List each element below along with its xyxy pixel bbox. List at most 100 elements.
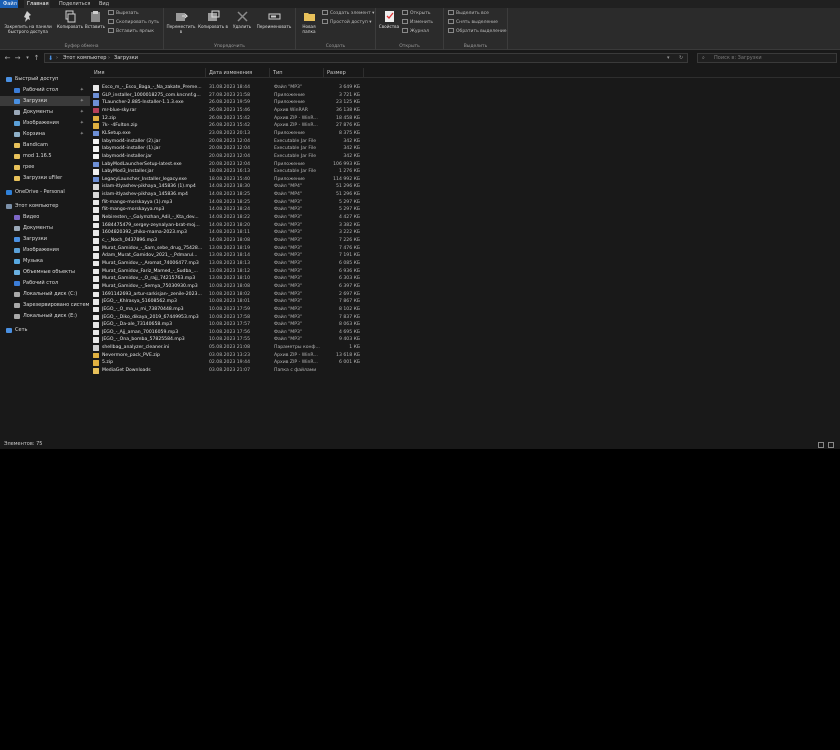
- file-row[interactable]: 5.zip 02.08.2023 19:44 Архив ZIP - WinR...…: [90, 359, 840, 367]
- file-row[interactable]: 7k- -4Fulton.zip 26.08.2023 15:42 Архив ZI…: [90, 122, 840, 130]
- cut-button[interactable]: Вырезать: [108, 10, 139, 18]
- tab-file[interactable]: Файл: [0, 0, 18, 8]
- file-row[interactable]: JEGO_-_O_ma_u_mi_73870448.mp3 10.08.2023 …: [90, 306, 840, 314]
- refresh-icon[interactable]: ↻: [679, 54, 683, 63]
- file-row[interactable]: Murat_Gamidov_-_Sam_sebe_drug_75428... 13…: [90, 245, 840, 253]
- nav-item-3d-objects[interactable]: Объемные объекты: [0, 267, 90, 277]
- nav-item-local-disk-c[interactable]: Локальный диск (C:): [0, 289, 90, 299]
- nav-item-music[interactable]: Музыка: [0, 256, 90, 266]
- file-row[interactable]: JEGO_-_Da-ale_73140658.mp3 10.08.2023 17:…: [90, 321, 840, 329]
- nav-item-desktop-pc[interactable]: Рабочий стол: [0, 278, 90, 288]
- up-button[interactable]: ↑: [32, 53, 41, 63]
- select-all-button[interactable]: Выделить все: [448, 10, 489, 18]
- tab-view[interactable]: Вид: [96, 0, 112, 8]
- search-box[interactable]: ⌕ Поиск в: Загрузки: [697, 53, 837, 63]
- file-row[interactable]: Adam_Murat_Gamidov_2021_-_Pdmarul... 13.0…: [90, 252, 840, 260]
- file-row[interactable]: 1604820392_zhiko-mama-2023.mp3 14.08.2023…: [90, 229, 840, 237]
- nav-item-documents-pc[interactable]: Документы: [0, 223, 90, 233]
- nav-item-recycle-bin[interactable]: Корзина ✦: [0, 129, 90, 139]
- nav-item-pictures-pc[interactable]: Изображения: [0, 245, 90, 255]
- column-header-name[interactable]: Имя: [90, 68, 206, 78]
- file-row[interactable]: JEGO_-_Diko_dikaya_2019_67449953.mp3 10.0…: [90, 314, 840, 322]
- file-row[interactable]: flit-mango-morskayya.mp3 14.08.2023 18:24…: [90, 206, 840, 214]
- nav-item-ufiler-downloads[interactable]: Загрузки uFiler: [0, 173, 90, 183]
- nav-item-bandicam[interactable]: Bandicam: [0, 140, 90, 150]
- rename-button[interactable]: Переименовать: [254, 10, 294, 29]
- nav-item-local-disk-e[interactable]: Локальный диск (E:): [0, 311, 90, 321]
- file-row[interactable]: 1684475479_sergey-zeynalyan-brat-moj... 1…: [90, 222, 840, 230]
- copy-to-button[interactable]: Копировать в: [198, 10, 228, 29]
- history-button[interactable]: Журнал: [402, 28, 429, 36]
- column-header-date[interactable]: Дата изменения: [206, 68, 270, 78]
- tab-share[interactable]: Поделиться: [56, 0, 92, 8]
- file-row[interactable]: labymod4-installer (2).jar 20.08.2023 12:…: [90, 138, 840, 146]
- nav-item-onedrive[interactable]: OneDrive - Personal: [0, 187, 90, 197]
- nav-item-reserved-by-system[interactable]: Зарезервировано систем: [0, 300, 90, 310]
- address-bar[interactable]: ⬇ › Этот компьютер › Загрузки ▾ ↻: [44, 53, 688, 63]
- large-icons-view-icon[interactable]: [828, 441, 834, 448]
- address-dropdown-icon[interactable]: ▾: [667, 54, 670, 63]
- nav-item-videos[interactable]: Видео: [0, 212, 90, 222]
- new-folder-button[interactable]: Новая папка: [298, 10, 320, 34]
- paste-button[interactable]: Вставить: [84, 10, 106, 29]
- tab-home[interactable]: Главная: [24, 0, 50, 8]
- column-header-size[interactable]: Размер: [324, 68, 364, 78]
- file-row[interactable]: KLSetup.exe 23.08.2023 20:13 Приложение 8 3…: [90, 130, 840, 138]
- file-row[interactable]: Esco_m_-_Esco_Baga_-_Na_zakate_Preme... 3…: [90, 84, 840, 92]
- details-view-icon[interactable]: [818, 441, 824, 448]
- nav-item-network[interactable]: Сеть: [0, 325, 90, 335]
- file-row[interactable]: mr-blue-sky.rar 26.08.2023 15:46 Архив Win…: [90, 107, 840, 115]
- file-row[interactable]: 12.zip 26.08.2023 15:42 Архив ZIP - WinR..…: [90, 115, 840, 123]
- file-row[interactable]: JEGO_-_Khlrasya_51608562.mp3 10.08.2023 1…: [90, 298, 840, 306]
- nav-item-documents[interactable]: Документы ✦: [0, 107, 90, 117]
- forward-button[interactable]: →: [13, 53, 22, 63]
- nav-item-this-pc[interactable]: Этот компьютер: [0, 201, 90, 211]
- file-row[interactable]: Murat_Gamidov_-_Semya_75030930.mp3 10.08.…: [90, 283, 840, 291]
- file-row[interactable]: 1691142693_artur-sarkisjan-_zenile-2023.…: [90, 291, 840, 299]
- file-row[interactable]: Murat_Gamidov_-_O_rajj_74215763.mp3 13.08…: [90, 275, 840, 283]
- properties-button[interactable]: Свойства: [378, 10, 400, 29]
- open-button[interactable]: Открыть: [402, 10, 431, 18]
- nav-item-downloads-pc[interactable]: Загрузки: [0, 234, 90, 244]
- select-none-button[interactable]: Снять выделение: [448, 19, 498, 27]
- new-item-button[interactable]: Создать элемент ▾: [322, 10, 374, 18]
- nav-item-rpee[interactable]: rpee: [0, 162, 90, 172]
- breadcrumb-this-pc[interactable]: Этот компьютер: [63, 54, 106, 63]
- file-row[interactable]: LegacyLauncher_Installer_legacy.exe 18.08…: [90, 176, 840, 184]
- file-row[interactable]: MediaGet Downloads 03.08.2023 21:07 Папка …: [90, 367, 840, 375]
- file-row[interactable]: Nebiresten_-_Galymzhan_Adil_-_Kta_dev...…: [90, 214, 840, 222]
- nav-item-pictures[interactable]: Изображения ✦: [0, 118, 90, 128]
- file-row[interactable]: Murat_Gamidov_Fariz_Mamed_-_Sudba_... 13.…: [90, 268, 840, 276]
- nav-item-desktop[interactable]: Рабочий стол ✦: [0, 85, 90, 95]
- back-button[interactable]: ←: [3, 53, 12, 63]
- file-row[interactable]: flit-mango-morskayya (1).mp3 14.08.2023 1…: [90, 199, 840, 207]
- file-row[interactable]: GLP_installer_1000018275_com.kncnnf.g...…: [90, 92, 840, 100]
- file-row[interactable]: JEGO_-_Ajj_aman_70016059.mp3 10.08.2023 1…: [90, 329, 840, 337]
- file-row[interactable]: labymod4-installer (1).jar 20.08.2023 12:…: [90, 145, 840, 153]
- delete-button[interactable]: Удалить: [230, 10, 254, 29]
- file-row[interactable]: LabyMod3_Installer.jar 18.08.2023 16:13 Ex…: [90, 168, 840, 176]
- invert-selection-button[interactable]: Обратить выделение: [448, 28, 507, 36]
- file-row[interactable]: Murat_Gamidov_-_Aromat_74006477.mp3 13.08…: [90, 260, 840, 268]
- nav-item-mod[interactable]: mod 1.16.5: [0, 151, 90, 161]
- file-row[interactable]: islam-itlyashev-pikhaya_145836.mp4 14.08.…: [90, 191, 840, 199]
- easy-access-button[interactable]: Простой доступ ▾: [322, 19, 371, 27]
- paste-shortcut-button[interactable]: Вставить ярлык: [108, 28, 154, 36]
- pin-quick-access-button[interactable]: Закрепить на панели быстрого доступа: [2, 10, 54, 34]
- copy-path-button[interactable]: Скопировать путь: [108, 19, 159, 27]
- file-row[interactable]: Nevermore_pack_PVE.zip 03.08.2023 13:23 Ар…: [90, 352, 840, 360]
- breadcrumb-downloads[interactable]: Загрузки: [114, 54, 138, 63]
- file-row[interactable]: TLauncher-2.885-Installer-1.1.3.exe 26.08…: [90, 99, 840, 107]
- edit-button[interactable]: Изменить: [402, 19, 433, 27]
- file-row[interactable]: c_-_Noch_0437896.mp3 14.08.2023 18:08 Файл…: [90, 237, 840, 245]
- file-row[interactable]: JEGO_-_Ona_bomba_57825584.mp3 10.08.2023 …: [90, 336, 840, 344]
- nav-item-downloads[interactable]: Загрузки ✦: [0, 96, 90, 106]
- move-to-button[interactable]: Переместить в: [166, 10, 196, 34]
- recent-locations-button[interactable]: ▾: [23, 53, 32, 63]
- nav-item-quick-access[interactable]: Быстрый доступ: [0, 74, 90, 84]
- file-row[interactable]: LabyModLauncherSetup-latest.exe 20.08.202…: [90, 161, 840, 169]
- column-header-type[interactable]: Тип: [270, 68, 324, 78]
- copy-button[interactable]: Копировать: [56, 10, 84, 29]
- file-row[interactable]: labymod4-installer.jar 20.08.2023 12:04 Ex…: [90, 153, 840, 161]
- file-row[interactable]: islam-itlyashev-pikhaya_145836 (1).mp4 14…: [90, 183, 840, 191]
